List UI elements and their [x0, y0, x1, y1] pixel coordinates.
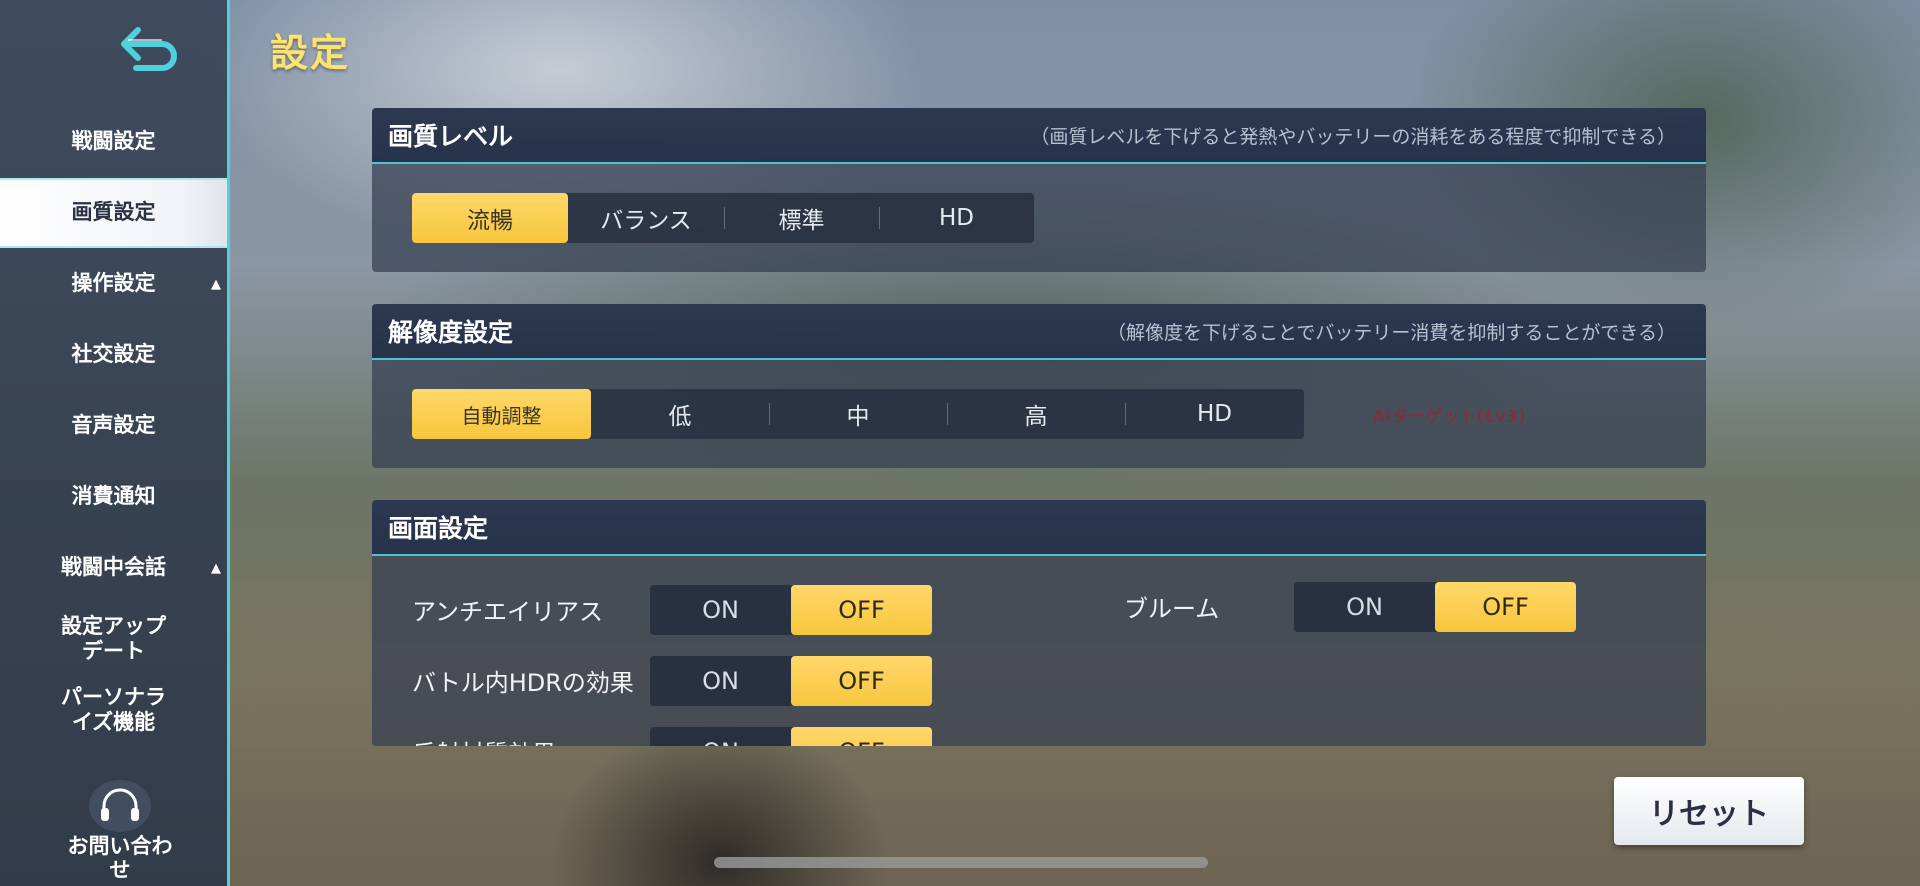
bloom-toggle: ON OFF [1294, 582, 1576, 632]
sidebar: 戦闘設定 画質設定 操作設定 ▲ 社交設定 音声設定 消費通知 戦闘中会話 ▲ … [0, 0, 230, 886]
support-button[interactable]: お問い合わ せ [60, 780, 180, 886]
toggle-on-button[interactable]: ON [1294, 582, 1435, 632]
resolution-option-high[interactable]: 高 [947, 389, 1125, 439]
quality-selector: 流暢 バランス 標準 HD [412, 193, 1034, 243]
sidebar-item-personalize[interactable]: パーソナラ イズ機能 [0, 675, 227, 745]
quality-option-standard[interactable]: 標準 [724, 193, 879, 243]
resolution-option-auto[interactable]: 自動調整 [412, 389, 591, 439]
sidebar-item-settings-update[interactable]: 設定アップ デート [0, 604, 227, 674]
antialiasing-toggle: ON OFF [650, 585, 932, 635]
toggle-off-button[interactable]: OFF [791, 727, 932, 746]
sidebar-item-graphics-settings[interactable]: 画質設定 [0, 178, 227, 248]
sidebar-item-label: 設定アップ [61, 613, 166, 638]
support-label: お問い合わ [67, 834, 173, 858]
support-label: せ [109, 858, 131, 883]
hdr-toggle: ON OFF [650, 656, 932, 706]
sidebar-item-label: パーソナラ [61, 684, 166, 709]
panel-title: 画質レベル [388, 122, 514, 151]
quality-panel: 画質レベル （画質レベルを下げると発熱やバッテリーの消耗をある程度で抑制できる）… [372, 108, 1706, 272]
panel-header: 画面設定 [372, 500, 1706, 556]
sidebar-item-label: 画質設定 [71, 200, 156, 225]
setting-label-reflection: 反射材質効果 [412, 734, 556, 746]
back-arrow-icon[interactable] [118, 20, 188, 76]
toggle-on-button[interactable]: ON [650, 727, 791, 746]
sidebar-item-audio-settings[interactable]: 音声設定 [0, 391, 227, 461]
resolution-option-hd[interactable]: HD [1125, 389, 1304, 439]
sidebar-item-control-settings[interactable]: 操作設定 ▲ [0, 249, 227, 319]
toggle-off-button[interactable]: OFF [1435, 582, 1576, 632]
caret-up-icon: ▲ [211, 277, 221, 292]
sidebar-item-label: 操作設定 [71, 271, 156, 296]
screen-panel: 画面設定 アンチエイリアス ON OFF バトル内HDRの効果 ON OFF 反… [372, 500, 1706, 746]
sidebar-item-social-settings[interactable]: 社交設定 [0, 320, 227, 390]
toggle-off-button[interactable]: OFF [791, 656, 932, 706]
panel-hint: （画質レベルを下げると発熱やバッテリーの消耗をある程度で抑制できる） [1030, 125, 1676, 148]
resolution-option-mid[interactable]: 中 [769, 389, 947, 439]
panel-title: 画面設定 [388, 514, 489, 543]
panel-hint: （解像度を下げることでバッテリー消費を抑制することができる） [1106, 321, 1676, 344]
quality-option-balanced[interactable]: バランス [568, 193, 724, 243]
ai-target-label: AIターゲット(Lv3) [1372, 407, 1526, 427]
home-indicator[interactable] [714, 857, 1208, 868]
reset-button[interactable]: リセット [1614, 777, 1804, 845]
caret-up-icon: ▲ [211, 561, 221, 576]
reflection-toggle: ON OFF [650, 727, 932, 746]
sidebar-item-battle-chat[interactable]: 戦闘中会話 ▲ [0, 533, 227, 603]
setting-label-bloom: ブルーム [1124, 595, 1220, 623]
panel-header: 画質レベル （画質レベルを下げると発熱やバッテリーの消耗をある程度で抑制できる） [372, 108, 1706, 164]
sidebar-item-label: デート [82, 639, 145, 663]
quality-option-smooth[interactable]: 流暢 [412, 193, 568, 243]
page-title: 設定 [270, 31, 351, 75]
sidebar-item-label: 消費通知 [71, 484, 156, 509]
headset-icon [89, 780, 151, 832]
toggle-on-button[interactable]: ON [650, 585, 791, 635]
sidebar-item-label: 戦闘設定 [71, 129, 156, 154]
sidebar-item-label: イズ機能 [71, 710, 156, 734]
resolution-option-low[interactable]: 低 [591, 389, 769, 439]
toggle-on-button[interactable]: ON [650, 656, 791, 706]
panel-title: 解像度設定 [388, 318, 514, 347]
sidebar-item-spending-notice[interactable]: 消費通知 [0, 462, 227, 532]
resolution-panel: 解像度設定 （解像度を下げることでバッテリー消費を抑制することができる） 自動調… [372, 304, 1706, 468]
sidebar-item-label: 社交設定 [71, 342, 156, 367]
panel-header: 解像度設定 （解像度を下げることでバッテリー消費を抑制することができる） [372, 304, 1706, 360]
resolution-selector: 自動調整 低 中 高 HD [412, 389, 1304, 439]
sidebar-item-label: 戦闘中会話 [61, 555, 166, 580]
setting-label-hdr: バトル内HDRの効果 [412, 669, 634, 697]
setting-label-antialiasing: アンチエイリアス [412, 598, 604, 626]
sidebar-item-label: 音声設定 [71, 413, 156, 438]
quality-option-hd[interactable]: HD [879, 193, 1034, 243]
sidebar-item-battle-settings[interactable]: 戦闘設定 [0, 107, 227, 177]
toggle-off-button[interactable]: OFF [791, 585, 932, 635]
